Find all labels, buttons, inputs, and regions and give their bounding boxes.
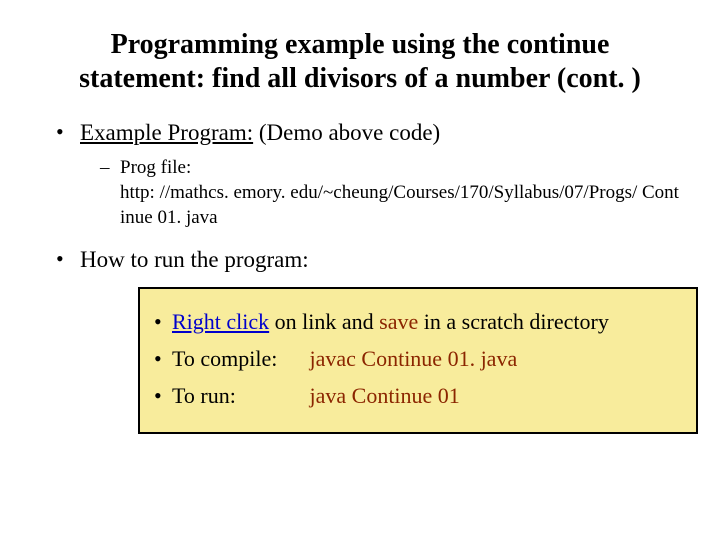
progfile-item: Prog file: http: //mathcs. emory. edu/~c… (98, 156, 680, 230)
instruction-box: Right click on link and save in a scratc… (138, 287, 698, 433)
compile-cmd: javac Continue 01. java (310, 346, 518, 371)
row1-end: in a scratch directory (418, 309, 609, 334)
example-label: Example Program: (80, 120, 253, 145)
row1-mid: on link and (269, 309, 379, 334)
progfile-url: http: //mathcs. emory. edu/~cheung/Cours… (120, 182, 679, 228)
run-cmd: java Continue 01 (310, 383, 460, 408)
box-row-compile: To compile: javac Continue 01. java (154, 344, 682, 375)
howto-label: How to run the program: (80, 247, 309, 272)
example-paren: (Demo above code) (253, 120, 440, 145)
right-click-text: Right click (172, 309, 269, 334)
box-row-rightclick: Right click on link and save in a scratc… (154, 307, 682, 338)
bullet-example: Example Program: (Demo above code) Prog … (52, 117, 680, 230)
slide: Programming example using the continue s… (0, 0, 720, 540)
run-label: To run: (172, 381, 304, 412)
slide-title: Programming example using the continue s… (70, 28, 650, 95)
bullet-howto: How to run the program: Right click on l… (52, 244, 680, 433)
compile-label: To compile: (172, 344, 304, 375)
sublist: Prog file: http: //mathcs. emory. edu/~c… (80, 156, 680, 230)
content-list: Example Program: (Demo above code) Prog … (40, 117, 680, 434)
progfile-label: Prog file: (120, 157, 191, 178)
save-text: save (379, 309, 418, 334)
box-row-run: To run: java Continue 01 (154, 381, 682, 412)
